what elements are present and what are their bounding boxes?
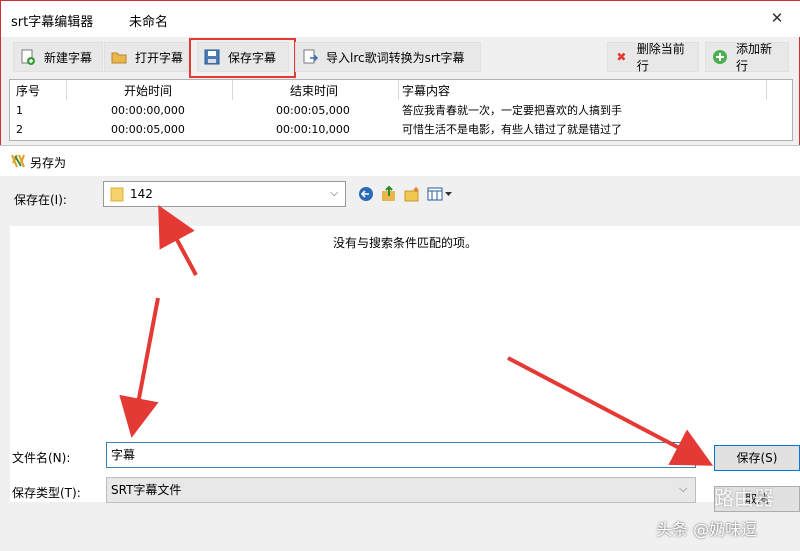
source-watermark: 头条 @奶味逗 — [656, 520, 758, 539]
annotation-arrows — [119, 204, 714, 466]
arrow-to-filename — [119, 297, 160, 438]
arrow-to-save — [507, 356, 714, 466]
router-watermark: 路由器 — [714, 486, 774, 510]
arrow-to-folder — [158, 204, 198, 276]
